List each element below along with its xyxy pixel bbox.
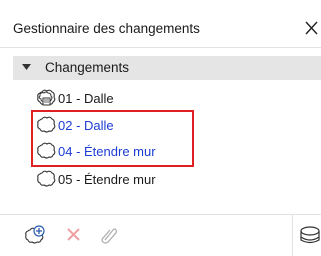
change-cloud-multi-icon [37,89,56,106]
list-item-change[interactable]: 05 - Étendre mur [36,169,236,191]
title-bar: Gestionnaire des changements [0,0,321,48]
delete-button[interactable] [64,225,84,245]
attach-button[interactable] [99,225,119,245]
stack-button[interactable] [299,225,321,245]
change-manager-window: Gestionnaire des changements Changements… [0,0,321,256]
stack-icon [300,226,320,244]
item-label: 05 - Étendre mur [58,172,156,187]
add-change-button[interactable] [25,225,45,245]
close-button[interactable] [303,18,321,38]
list-item-change[interactable]: 01 - Dalle [36,88,236,110]
selection-highlight-box [31,110,194,167]
toolbar-divider [292,215,293,256]
close-icon [305,21,318,35]
caret-down-icon[interactable] [22,64,31,71]
section-header-changes[interactable]: Changements [13,56,321,80]
attach-icon [101,228,117,244]
window-title: Gestionnaire des changements [13,21,200,36]
change-cloud-icon [37,170,56,187]
delete-icon [67,228,80,241]
bottom-toolbar [0,214,321,256]
item-label: 01 - Dalle [58,91,114,106]
add-change-icon [25,225,45,244]
section-label: Changements [45,60,130,75]
